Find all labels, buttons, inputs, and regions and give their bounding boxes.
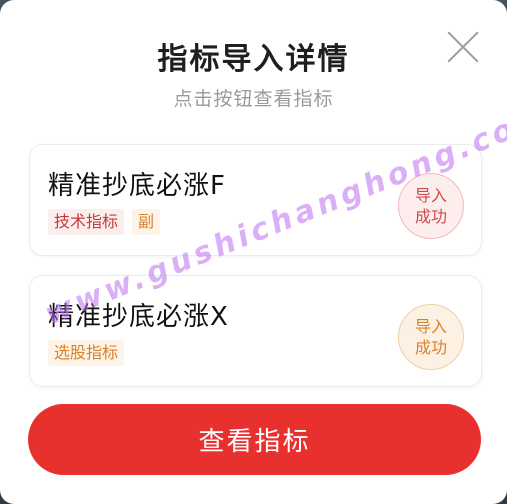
indicator-tag: 选股指标	[48, 340, 125, 366]
import-status-badge: 导入 成功	[398, 304, 464, 370]
indicator-tag: 副	[132, 209, 161, 235]
view-indicators-button[interactable]: 查看指标	[28, 404, 481, 475]
indicator-card: 精准抄底必涨F 技术指标 副 导入 成功	[29, 144, 482, 256]
indicator-tags: 技术指标 副	[48, 209, 161, 235]
indicator-tag: 技术指标	[48, 209, 125, 235]
modal-subtitle: 点击按钮查看指标	[173, 88, 334, 110]
indicator-tags: 选股指标	[48, 340, 125, 366]
close-icon[interactable]	[446, 30, 480, 64]
screen-background: 指标导入详情 点击按钮查看指标 精准抄底必涨F 技术指标 副 导入 成功 精准抄…	[0, 0, 507, 504]
import-details-modal: 指标导入详情 点击按钮查看指标 精准抄底必涨F 技术指标 副 导入 成功 精准抄…	[0, 0, 507, 504]
indicator-name: 精准抄底必涨X	[48, 302, 229, 332]
indicator-name: 精准抄底必涨F	[48, 171, 226, 201]
import-status-badge: 导入 成功	[398, 173, 464, 239]
modal-title: 指标导入详情	[157, 42, 350, 77]
indicator-card: 精准抄底必涨X 选股指标 导入 成功	[29, 275, 482, 387]
